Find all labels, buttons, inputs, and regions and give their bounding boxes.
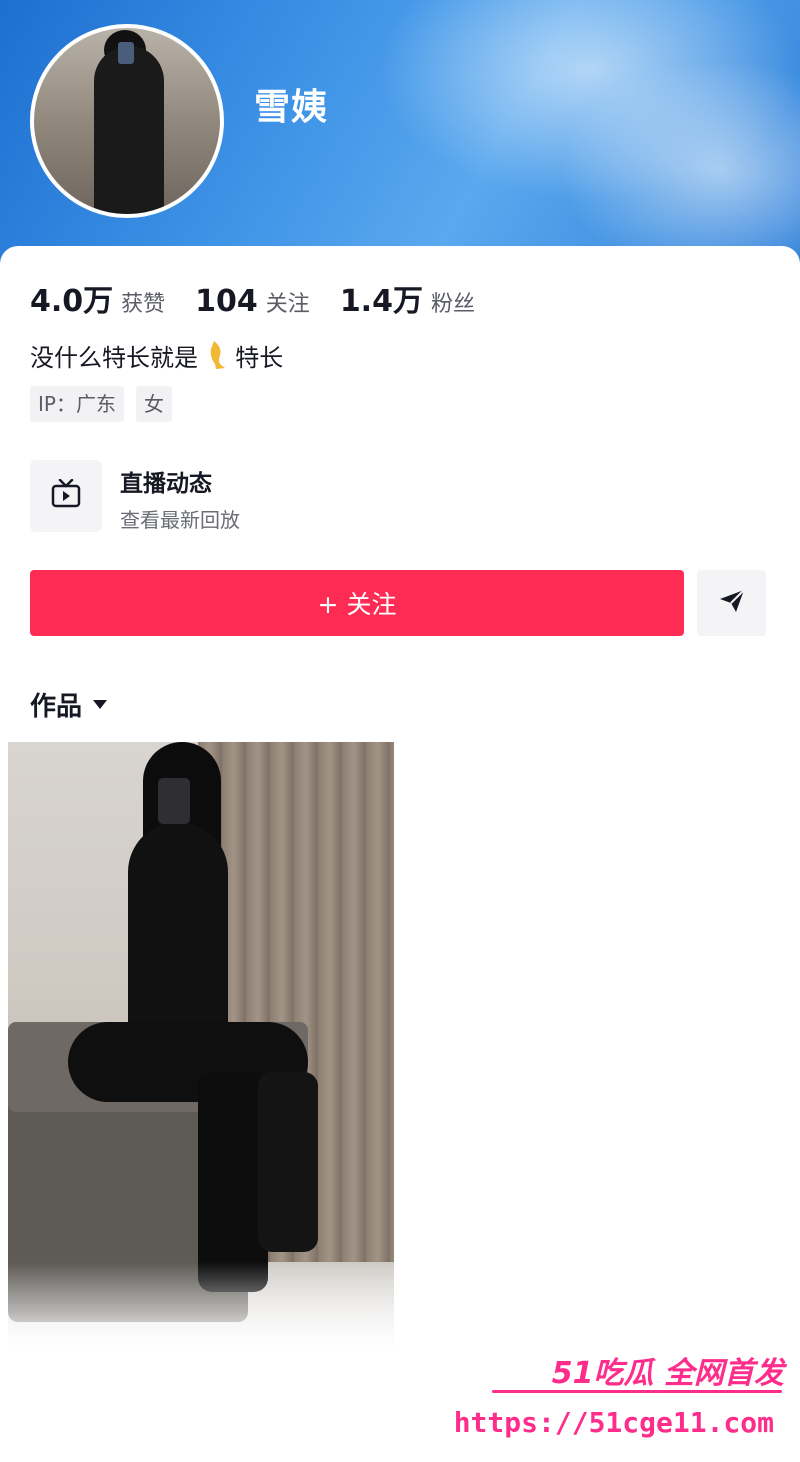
avatar[interactable] bbox=[30, 24, 224, 218]
tag-gender: 女 bbox=[135, 386, 172, 422]
stat-value: 4.0万 bbox=[30, 284, 114, 319]
live-subtitle: 查看最新回放 bbox=[120, 508, 240, 532]
bio-text-prefix: 没什么特长就是 bbox=[30, 344, 198, 372]
video-thumbnail[interactable] bbox=[8, 742, 394, 1362]
stat-likes[interactable]: 4.0万 获赞 bbox=[30, 276, 165, 320]
send-icon bbox=[718, 588, 746, 618]
watermark-title: 51吃瓜 全网首发 bbox=[551, 1356, 784, 1391]
stat-label: 粉丝 bbox=[430, 292, 475, 317]
stat-label: 关注 bbox=[265, 292, 310, 317]
live-icon-box bbox=[30, 460, 102, 532]
leg-emoji-icon bbox=[206, 340, 228, 376]
stat-value: 104 bbox=[195, 284, 258, 319]
watermark-divider bbox=[492, 1390, 782, 1393]
tab-works-label: 作品 bbox=[30, 692, 83, 722]
stat-label: 获赞 bbox=[121, 292, 166, 317]
tab-works[interactable]: 作品 bbox=[30, 686, 108, 723]
profile-bio: 没什么特长就是 特长 bbox=[30, 338, 283, 376]
caret-down-icon bbox=[92, 695, 108, 714]
watermark-url: https://51cge11.com bbox=[453, 1406, 774, 1439]
follow-button[interactable]: + 关注 bbox=[30, 570, 684, 636]
watermark: 51吃瓜 全网首发 https://51cge11.com bbox=[454, 1348, 792, 1448]
live-title: 直播动态 bbox=[120, 471, 212, 497]
stat-value: 1.4万 bbox=[339, 284, 423, 319]
stat-following[interactable]: 104 关注 bbox=[195, 284, 310, 319]
tag-list: IP：广东 女 bbox=[30, 386, 172, 422]
share-button[interactable] bbox=[697, 570, 766, 636]
profile-name: 雪姨 bbox=[254, 87, 329, 128]
tv-icon bbox=[50, 478, 82, 513]
bio-text-suffix: 特长 bbox=[235, 344, 284, 372]
stats-row: 4.0万 获赞 104 关注 1.4万 粉丝 bbox=[30, 276, 505, 320]
live-updates-entry[interactable]: 直播动态 查看最新回放 bbox=[30, 460, 770, 534]
stat-followers[interactable]: 1.4万 粉丝 bbox=[340, 276, 475, 320]
tag-ip: IP：广东 bbox=[30, 386, 124, 422]
